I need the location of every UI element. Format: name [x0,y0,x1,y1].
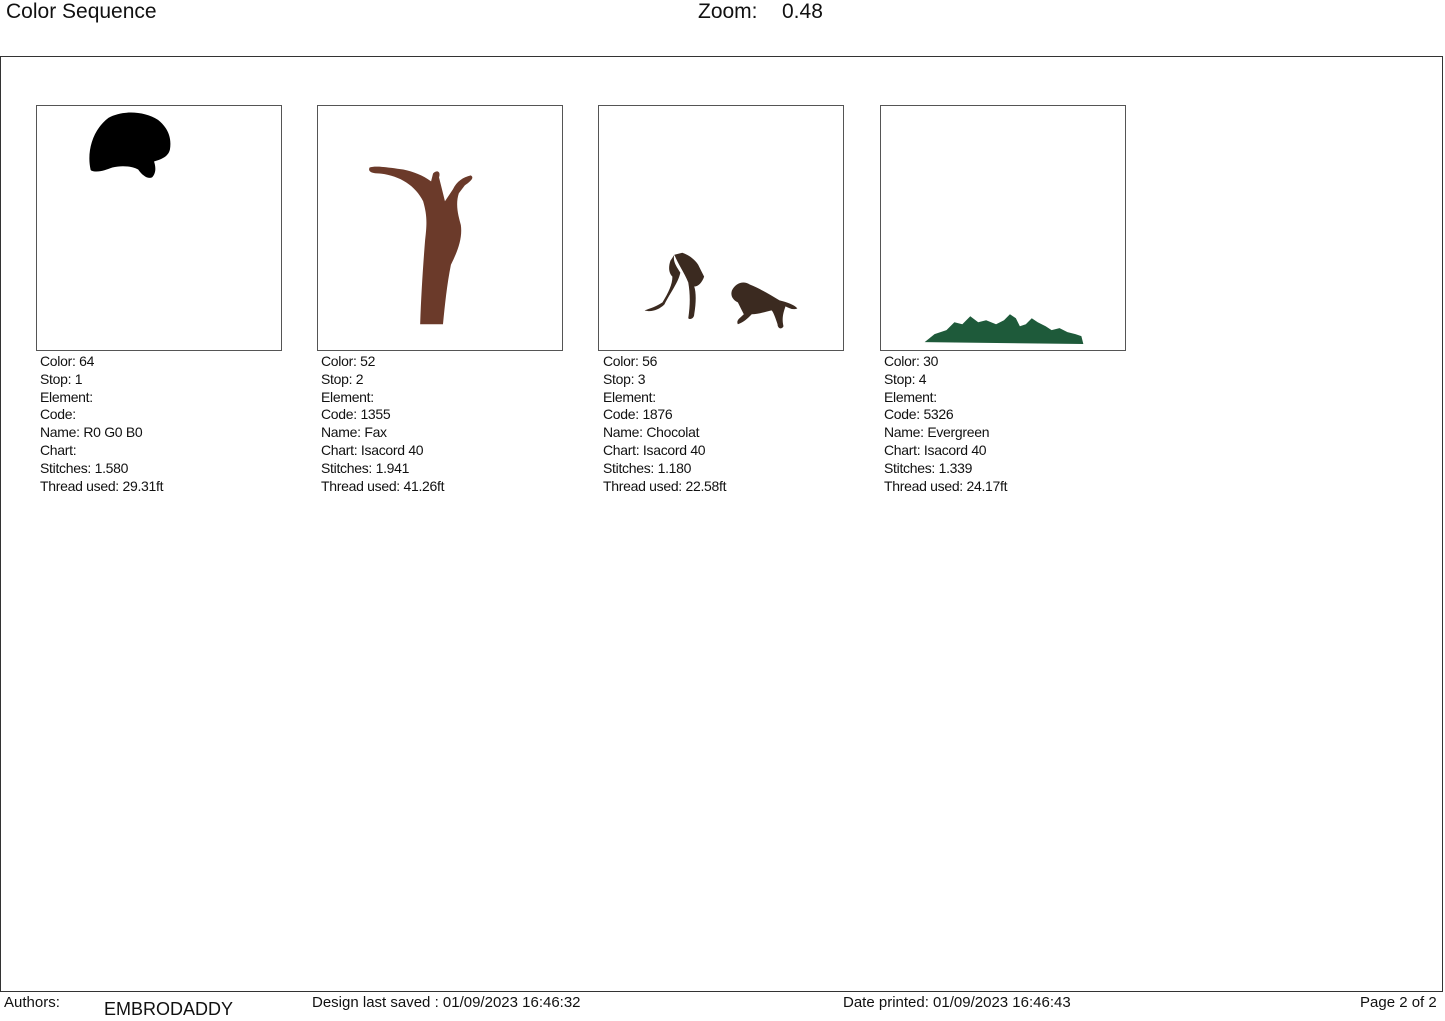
name-label: Name: Chocolat [603,424,700,441]
color-label: Color: 52 [321,353,376,369]
element-label: Element: [603,388,656,405]
stop-label: Stop: 3 [603,370,646,387]
zoom-value: 0.48 [782,0,823,23]
name-label: Name: R0 G0 B0 [40,424,143,441]
dogs-silhouette-icon [644,252,798,329]
page-title: Color Sequence [6,0,157,23]
chart-label: Chart: [40,441,77,458]
chart-label: Chart: Isacord 40 [884,441,987,458]
color-label: Color: 30 [884,353,939,369]
bear-silhouette-icon [89,112,171,178]
color-info-4: Color: 30 Stop: 4 Element: Code: 5326 Na… [884,353,1008,495]
stitches-label: Stitches: 1.180 [603,459,692,476]
name-label: Name: Fax [321,424,387,441]
footer-last-saved: Design last saved : 01/09/2023 16:46:32 [312,994,581,1011]
color-label: Color: 56 [603,353,658,369]
color-label: Color: 64 [40,353,95,369]
code-label: Code: 5326 [884,406,954,423]
color-preview-1 [36,105,282,351]
code-label: Code: 1355 [321,406,391,423]
stop-label: Stop: 1 [40,370,83,387]
color-info-2: Color: 52 Stop: 2 Element: Code: 1355 Na… [321,353,445,495]
stitches-label: Stitches: 1.339 [884,459,973,476]
code-label: Code: 1876 [603,406,673,423]
footer-author: EMBRODADDY [104,999,234,1019]
stop-label: Stop: 4 [884,370,927,387]
chart-label: Chart: Isacord 40 [603,441,706,458]
zoom-label: Zoom: [698,0,758,23]
footer-authors-label: Authors: [4,994,60,1011]
thread-label: Thread used: 22.58ft [603,477,727,494]
stitches-label: Stitches: 1.580 [40,459,129,476]
footer-page-number: Page 2 of 2 [1360,994,1437,1011]
stop-label: Stop: 2 [321,370,364,387]
element-label: Element: [321,388,374,405]
footer-date-printed: Date printed: 01/09/2023 16:46:43 [843,994,1071,1011]
element-label: Element: [884,388,937,405]
chart-label: Chart: Isacord 40 [321,441,424,458]
tree-trunk-icon [369,166,473,325]
grass-strip-icon [924,314,1084,345]
thread-label: Thread used: 24.17ft [884,477,1008,494]
thread-label: Thread used: 29.31ft [40,477,164,494]
color-info-1: Color: 64 Stop: 1 Element: Code: Name: R… [40,353,164,495]
color-preview-3 [598,105,844,351]
color-preview-4 [880,105,1126,351]
stitches-label: Stitches: 1.941 [321,459,410,476]
color-info-3: Color: 56 Stop: 3 Element: Code: 1876 Na… [603,353,727,495]
element-label: Element: [40,388,93,405]
thread-label: Thread used: 41.26ft [321,477,445,494]
name-label: Name: Evergreen [884,424,990,441]
code-label: Code: [40,406,76,423]
color-preview-2 [317,105,563,351]
